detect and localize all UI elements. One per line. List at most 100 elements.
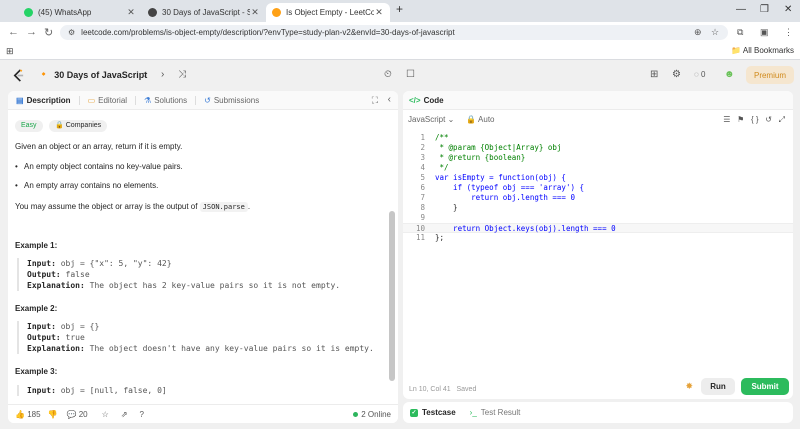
tab-code[interactable]: </> Code <box>409 96 444 105</box>
collapse-icon[interactable]: ‹ <box>388 94 391 105</box>
output-value: true <box>65 333 85 342</box>
all-bookmarks-link[interactable]: 📁 All Bookmarks <box>731 46 794 55</box>
leetcode-logo-icon[interactable] <box>12 69 25 82</box>
expand-icon[interactable]: ⤢ <box>779 115 785 124</box>
line-number: 5 <box>420 173 425 182</box>
description-scrollbar[interactable] <box>389 211 395 381</box>
companies-badge[interactable]: 🔒 Companies <box>49 120 108 132</box>
close-tab-icon[interactable]: ✕ <box>126 7 136 18</box>
comments-button[interactable]: 💬 20 <box>67 410 88 419</box>
code-text: if (typeof obj === 'array') { <box>435 183 585 192</box>
language-value: JavaScript <box>408 114 446 124</box>
browser-tab-is-object-empty[interactable]: Is Object Empty - LeetCode ✕ <box>266 3 390 22</box>
share-icon[interactable]: ⇗ <box>121 410 128 419</box>
code-text: /** <box>435 133 449 142</box>
input-label: Input: <box>27 322 56 331</box>
browser-tab-study-plan[interactable]: 30 Days of JavaScript - Study P ✕ <box>142 3 266 22</box>
settings-gear-icon[interactable]: ⚙ <box>672 69 681 80</box>
output-value: false <box>65 270 90 279</box>
zoom-icon[interactable]: ⊕ <box>694 27 702 38</box>
tab-test-result[interactable]: ›_ Test Result <box>470 408 521 417</box>
like-button[interactable]: 👍 185 <box>15 410 41 419</box>
tab-description[interactable]: ▤ Description <box>16 96 71 105</box>
avatar[interactable]: ☻ <box>724 69 735 80</box>
braces-icon[interactable]: { } <box>751 115 759 124</box>
explanation-label: Explanation: <box>27 281 85 290</box>
star-icon[interactable]: ☆ <box>102 410 109 419</box>
bookmark-icon[interactable]: ⚑ <box>737 115 744 124</box>
help-icon[interactable]: ? <box>140 410 144 419</box>
explanation-value: The object doesn't have any key-value pa… <box>89 344 374 353</box>
tab-editorial[interactable]: ▭ Editorial <box>88 96 127 105</box>
leetcode-navbar: 🔸 30 Days of JavaScript ‹ › ⤨ ⏲ ☐ ⊞ ⚙ ◌ … <box>0 60 800 90</box>
profile-icon[interactable]: ▣ <box>760 27 769 38</box>
menu-icon[interactable]: ⋮ <box>784 27 793 38</box>
format-icon[interactable]: ☰ <box>723 115 730 124</box>
close-tab-icon[interactable]: ✕ <box>250 7 260 18</box>
code-line: 8 } <box>403 203 793 213</box>
timer-icon[interactable]: ⏲ <box>384 69 392 80</box>
premium-button[interactable]: Premium <box>746 66 794 84</box>
companies-label: Companies <box>65 122 102 129</box>
restore-icon[interactable]: ❐ <box>760 4 769 15</box>
browser-tab-whatsapp[interactable]: (45) WhatsApp ✕ <box>18 3 142 22</box>
example-explanation: Explanation: The object has 2 key-value … <box>27 280 383 291</box>
example-heading: Example 3: <box>15 367 58 376</box>
submit-button[interactable]: Submit <box>741 378 789 395</box>
tab-label: Testcase <box>422 408 456 417</box>
minimize-icon[interactable]: — <box>736 4 746 15</box>
apps-grid-icon[interactable]: ⊞ <box>6 46 14 57</box>
url-bar[interactable]: ⚙ leetcode.com/problems/is-object-empty/… <box>60 25 728 40</box>
code-text: } <box>435 203 458 212</box>
prev-problem-icon[interactable]: ‹ <box>142 69 145 80</box>
input-value: obj = [null, false, 0] <box>60 386 167 395</box>
explanation-label: Explanation: <box>27 344 85 353</box>
all-bookmarks-label: All Bookmarks <box>742 46 794 55</box>
new-tab-button[interactable]: + <box>396 2 403 16</box>
study-plan-link[interactable]: 🔸 30 Days of JavaScript <box>38 69 147 80</box>
code-line: 7 return obj.length === 0 <box>403 193 793 203</box>
tab-solutions[interactable]: ⚗ Solutions <box>144 96 187 105</box>
forward-icon[interactable]: → <box>26 26 37 38</box>
dislike-icon[interactable]: 👎 <box>48 410 58 419</box>
code-panel: </> Code JavaScript ⌄ 🔒 Auto ☰ ⚑ { } ↺ ⤢ … <box>403 91 793 399</box>
debug-icon[interactable]: ✸ <box>685 381 693 392</box>
whatsapp-icon <box>24 8 33 17</box>
grid-layout-icon[interactable]: ⊞ <box>650 69 658 80</box>
notes-icon[interactable]: ☐ <box>406 69 415 80</box>
site-info-icon[interactable]: ⚙ <box>68 28 75 37</box>
address-bar-row: ← → ↻ ⚙ leetcode.com/problems/is-object-… <box>0 22 800 43</box>
example-input: Input: obj = {"x": 5, "y": 42} <box>27 258 383 269</box>
code-line-current: 10 return Object.keys(obj).length === 0 <box>403 223 793 233</box>
code-editor[interactable]: 1 /** 2 * @param {Object|Array} obj 3 * @… <box>403 133 793 363</box>
close-window-icon[interactable]: ✕ <box>784 4 792 15</box>
reload-icon[interactable]: ↻ <box>44 26 53 39</box>
line-number: 6 <box>420 183 425 192</box>
bookmark-star-icon[interactable]: ☆ <box>711 27 719 38</box>
list-item: An empty object contains no key-value pa… <box>15 161 383 172</box>
study-plan-title: 30 Days of JavaScript <box>54 69 148 80</box>
reset-icon[interactable]: ↺ <box>765 115 772 124</box>
auto-mode[interactable]: 🔒 Auto <box>466 115 494 124</box>
close-tab-icon[interactable]: ✕ <box>374 7 384 18</box>
coins-counter[interactable]: ◌ 0 <box>694 70 705 79</box>
auto-label: Auto <box>478 114 495 124</box>
tab-submissions[interactable]: ↺ Submissions <box>204 96 259 105</box>
shuffle-icon[interactable]: ⤨ <box>178 69 186 80</box>
language-select[interactable]: JavaScript ⌄ <box>408 115 454 124</box>
example-explanation: Explanation: The object doesn't have any… <box>27 343 383 354</box>
next-problem-icon[interactable]: › <box>161 69 164 80</box>
difficulty-badge[interactable]: Easy <box>15 120 43 132</box>
tab-testcase[interactable]: ✓ Testcase <box>410 408 456 417</box>
run-button[interactable]: Run <box>701 378 735 395</box>
example-input: Input: obj = [null, false, 0] <box>27 385 383 396</box>
code-line: 2 * @param {Object|Array} obj <box>403 143 793 153</box>
code-text: * @param {Object|Array} obj <box>435 143 562 152</box>
back-icon[interactable]: ← <box>8 26 19 38</box>
divider <box>78 95 80 105</box>
maximize-icon[interactable]: ⛶ <box>372 95 378 106</box>
leetcode-icon <box>272 8 281 17</box>
code-text: return obj.length === 0 <box>435 193 575 202</box>
leetcode-icon <box>148 8 157 17</box>
extensions-icon[interactable]: ⧉ <box>737 27 743 38</box>
